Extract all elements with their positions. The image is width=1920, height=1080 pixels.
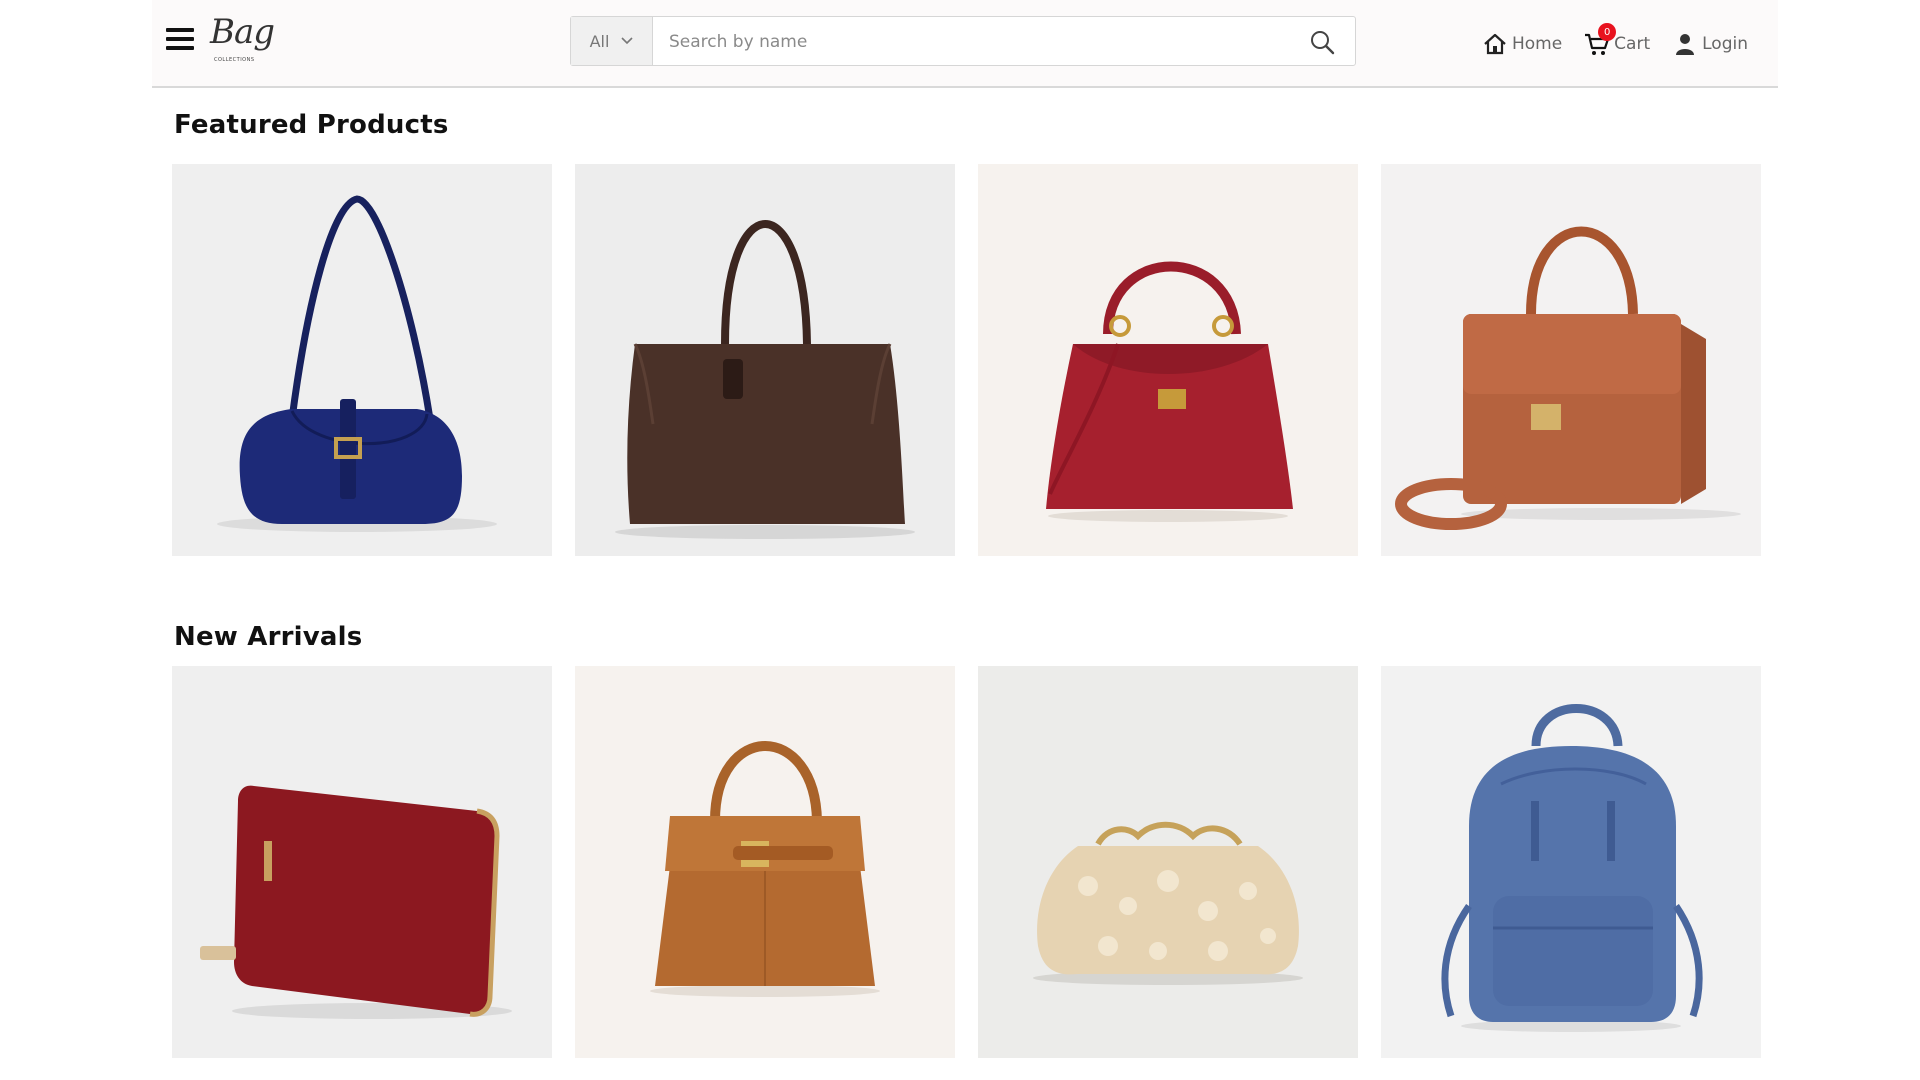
logo-text: Bag	[210, 12, 275, 52]
red-zip-wallet-icon	[172, 666, 552, 1058]
search-input[interactable]	[667, 17, 1291, 67]
nav-cart[interactable]: 0 Cart	[1584, 23, 1651, 57]
sequin-clutch-icon	[978, 666, 1358, 1058]
nav-cart-label: Cart	[1614, 34, 1651, 54]
search-bar: All	[570, 16, 1356, 67]
new-arrivals-grid	[172, 666, 1762, 1058]
logo-subtext: COLLECTIONS	[214, 57, 255, 63]
product-card[interactable]	[1381, 666, 1761, 1058]
nav-login-label: Login	[1702, 34, 1748, 54]
product-card[interactable]	[1381, 164, 1761, 556]
nav-home-label: Home	[1511, 34, 1563, 54]
hamburger-menu-icon[interactable]	[166, 28, 194, 54]
product-card[interactable]	[575, 164, 955, 556]
brown-tote-bag-icon	[575, 164, 955, 556]
tan-kelly-bag-icon	[575, 666, 955, 1058]
product-card[interactable]	[978, 164, 1358, 556]
user-icon	[1672, 31, 1698, 57]
product-card[interactable]	[978, 666, 1358, 1058]
search-category-value: All	[589, 31, 610, 51]
search-icon[interactable]	[1309, 29, 1335, 55]
search-category-select[interactable]: All	[571, 17, 653, 65]
brand-logo[interactable]: Bag COLLECTIONS	[208, 12, 278, 72]
home-icon	[1482, 31, 1508, 57]
page: Bag COLLECTIONS All Search by name Home …	[152, 0, 1778, 1080]
blue-shoulder-bag-icon	[172, 164, 552, 556]
product-card[interactable]	[172, 164, 552, 556]
header-nav: Home 0 Cart Login	[1482, 23, 1748, 60]
featured-products-grid	[172, 164, 1762, 556]
cart-icon: 0	[1584, 23, 1617, 57]
chevron-down-icon	[621, 37, 633, 45]
nav-home[interactable]: Home	[1482, 31, 1562, 57]
product-card[interactable]	[172, 666, 552, 1058]
product-card[interactable]	[575, 666, 955, 1058]
red-top-handle-bag-icon	[978, 164, 1358, 556]
nav-login[interactable]: Login	[1672, 31, 1748, 57]
top-navbar: Bag COLLECTIONS All Search by name Home …	[152, 0, 1778, 88]
new-arrivals-title: New Arrivals	[174, 622, 363, 652]
featured-products-title: Featured Products	[174, 110, 449, 140]
blue-backpack-icon	[1381, 666, 1761, 1058]
tan-satchel-bag-icon	[1381, 164, 1761, 556]
